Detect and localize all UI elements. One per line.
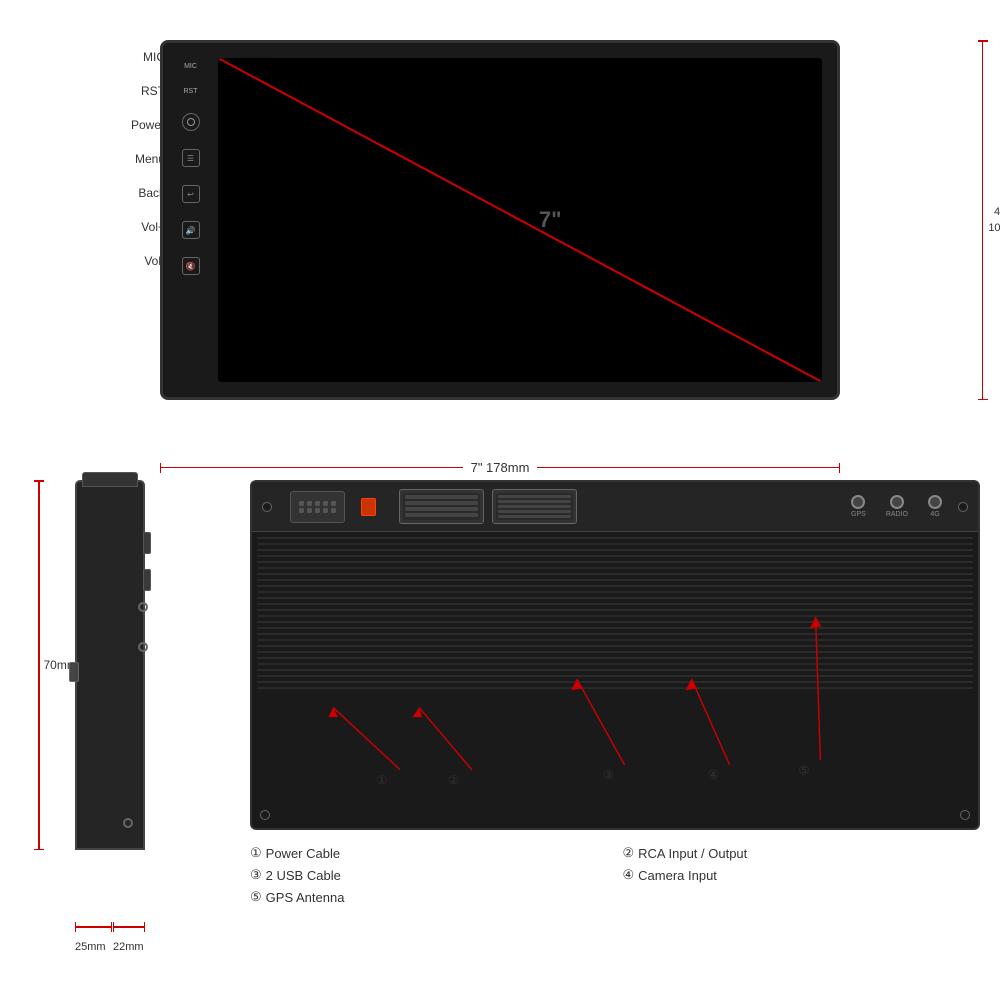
power-text: Power [120, 118, 165, 132]
device-front-view: MIC RST ☰ ↩ 🔊 🔇 7" [160, 40, 840, 400]
device-side-body [75, 480, 145, 850]
part-label-3: ③ 2 USB Cable [250, 867, 608, 883]
4g-antenna [928, 495, 942, 509]
device-screen: 7" [218, 58, 822, 382]
vent-lines [252, 532, 978, 828]
power-connector [361, 498, 376, 516]
width-label: 7" 178mm [463, 460, 538, 475]
part-num-1: ① [250, 845, 262, 861]
mic-text: MIC [120, 50, 165, 64]
mic-indicator: MIC [184, 63, 197, 70]
volplus-button[interactable]: 🔊 [182, 221, 200, 239]
part-num-4: ④ [623, 867, 635, 883]
menu-text: Menu [120, 152, 165, 166]
part-num-3: ③ [250, 867, 262, 883]
gps-antenna [851, 495, 865, 509]
rst-indicator: RST [184, 88, 198, 95]
volminus-text: Vol- [120, 254, 165, 268]
width-dimension: 7" 178mm [160, 460, 840, 475]
small-connector [290, 491, 345, 523]
part-text-2: RCA Input / Output [638, 846, 747, 861]
height-label-inches: 4.02" [994, 206, 1000, 218]
parts-labels: ① Power Cable ② RCA Input / Output ③ 2 U… [250, 845, 980, 905]
menu-button[interactable]: ☰ [182, 149, 200, 167]
antenna-group: GPS RADIO 4G [851, 495, 950, 518]
screw-hole-left [262, 502, 272, 512]
bottom-section: 70mm 25mm [30, 480, 980, 980]
back-top-bar: GPS RADIO 4G [252, 482, 978, 532]
screen-size-label: 7" [539, 207, 562, 233]
gps-label: GPS [851, 511, 866, 518]
top-section: MIC RST Power Menu [120, 20, 970, 450]
side-view: 70mm 25mm [30, 480, 230, 930]
part-num-5: ⑤ [250, 889, 262, 905]
back-button[interactable]: ↩ [182, 185, 200, 203]
4g-label: 4G [930, 511, 939, 518]
back-view: GPS RADIO 4G [230, 480, 980, 910]
screw-hole-bottom-right [960, 810, 970, 820]
volminus-button[interactable]: 🔇 [182, 257, 200, 275]
part-text-1: Power Cable [266, 846, 340, 861]
part-num-2: ② [623, 845, 635, 861]
side-width-dim2: 22mm [113, 922, 145, 955]
radio-antenna [890, 495, 904, 509]
side-width-dim1: 25mm [75, 922, 112, 955]
part-label-2: ② RCA Input / Output [623, 845, 981, 861]
part-label-4: ④ Camera Input [623, 867, 981, 883]
back-text: Back [120, 186, 165, 200]
part-text-3: 2 USB Cable [266, 868, 341, 883]
power-button[interactable] [182, 113, 200, 131]
side-width-label2: 22mm [113, 941, 144, 953]
part-label-1: ① Power Cable [250, 845, 608, 861]
radio-label: RADIO [886, 511, 908, 518]
rst-text: RST [120, 84, 165, 98]
height-dimension: 4.02" 102mm [982, 40, 1000, 400]
screw-hole-right [958, 502, 968, 512]
device-back-body: GPS RADIO 4G [250, 480, 980, 830]
volplus-text: Vol+ [120, 220, 165, 234]
height-label-mm: 102mm [988, 222, 1000, 234]
part-text-5: GPS Antenna [266, 890, 345, 905]
screw-hole-bottom-left [260, 810, 270, 820]
side-width-label1: 25mm [75, 941, 106, 953]
main-connectors [399, 489, 577, 524]
part-text-4: Camera Input [638, 868, 717, 883]
part-label-5: ⑤ GPS Antenna [250, 889, 608, 905]
